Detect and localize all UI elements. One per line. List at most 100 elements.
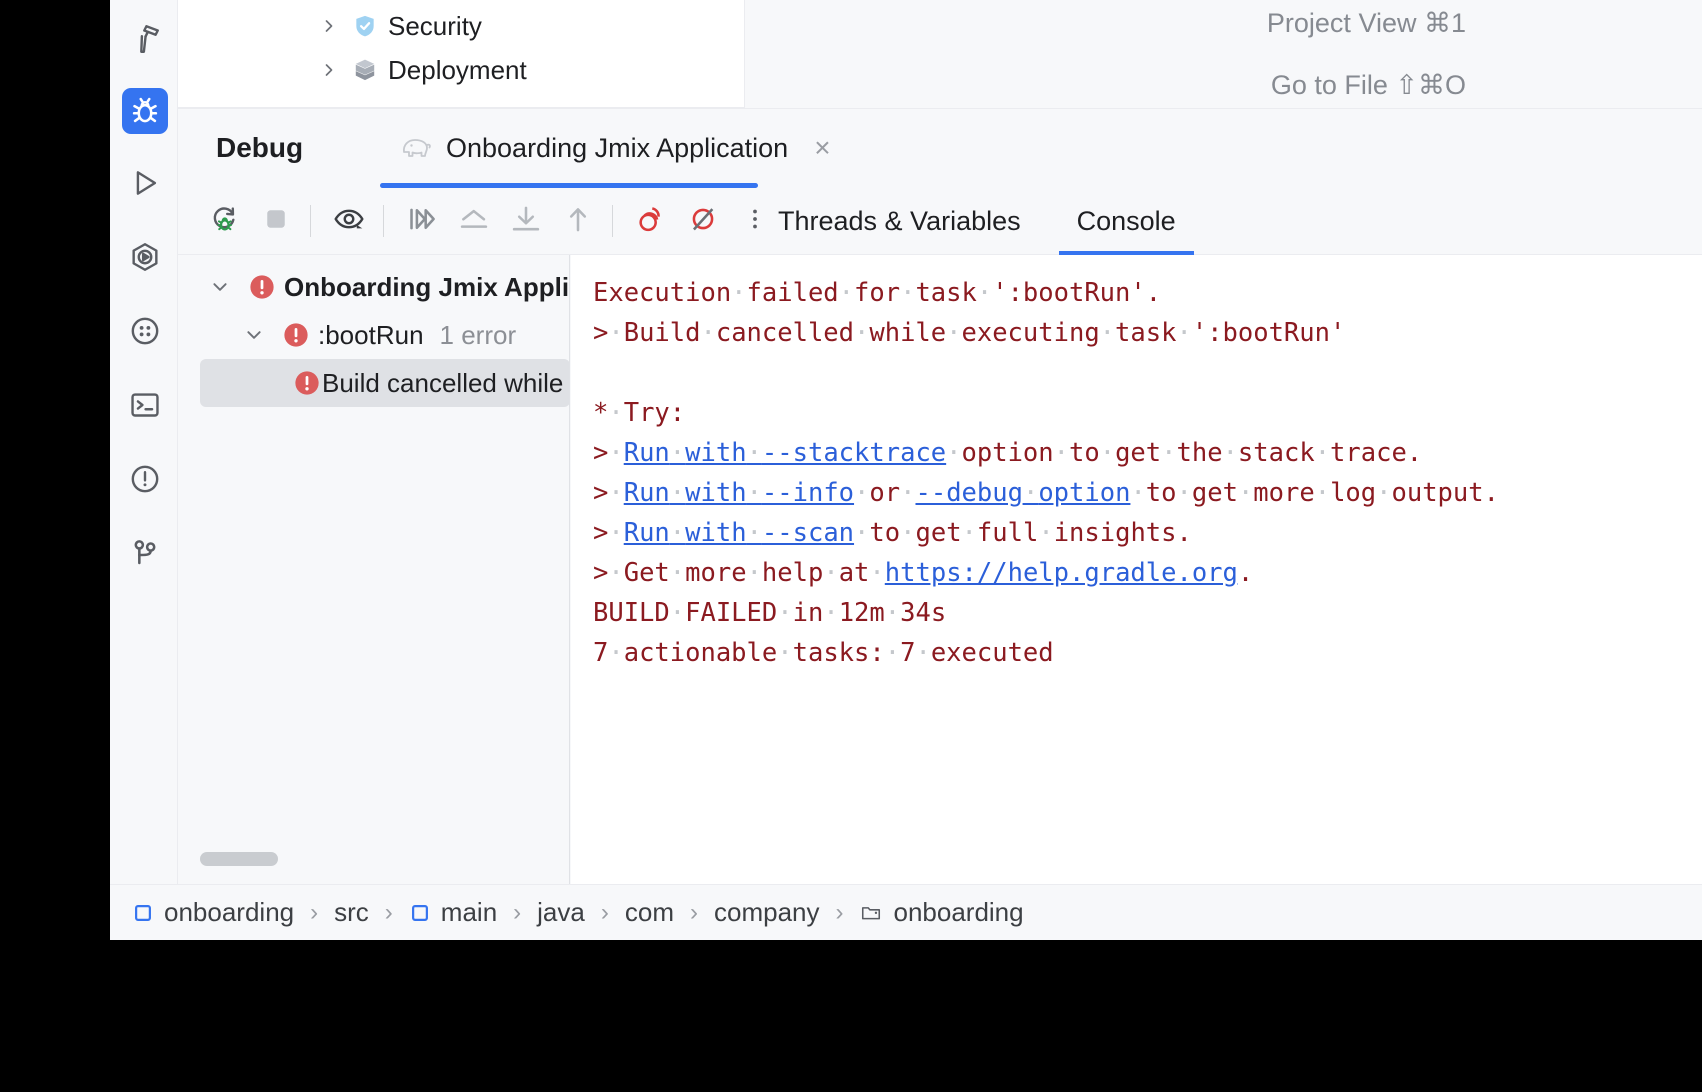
breadcrumb-item-onboarding-package[interactable]: onboarding: [859, 897, 1024, 928]
rerun-bug-icon: [208, 203, 240, 240]
chevron-right-icon[interactable]: [312, 62, 346, 78]
console-link[interactable]: Run·with·--scan: [624, 518, 854, 548]
whitespace-dot: ·: [1176, 318, 1192, 348]
close-icon[interactable]: ×: [814, 134, 830, 162]
resume-program-button[interactable]: [398, 197, 446, 245]
console-text: >·: [593, 438, 624, 468]
build-tree-row-root[interactable]: Onboarding Jmix Application: [200, 263, 570, 311]
console-link[interactable]: Run·with·--info: [624, 478, 854, 508]
console-line: >·Run·with·--scan·to·get·full·insights.: [593, 513, 1702, 553]
module-icon: [409, 902, 431, 924]
breadcrumb-separator: ›: [835, 898, 844, 926]
folder-icon: [859, 902, 883, 924]
whitespace-dot: ·: [915, 638, 931, 668]
chevron-down-icon[interactable]: [234, 326, 274, 344]
chevron-down-icon[interactable]: [200, 278, 240, 296]
console-link[interactable]: Run·with·--stacktrace: [624, 438, 946, 468]
breadcrumb-separator: ›: [689, 898, 698, 926]
project-tree-node-security[interactable]: Security: [312, 4, 482, 48]
stripe-item-terminal[interactable]: [122, 382, 168, 428]
breadcrumb-separator: ›: [310, 898, 319, 926]
breadcrumb-label: onboarding: [164, 897, 295, 927]
whitespace-dot: ·: [1176, 478, 1192, 508]
shield-icon: [346, 13, 384, 39]
console-text: >·: [593, 478, 624, 508]
stop-button[interactable]: [252, 197, 300, 245]
whitespace-dot: ·: [746, 558, 762, 588]
whitespace-dot: ·: [731, 278, 747, 308]
breadcrumb-item-company[interactable]: company: [714, 897, 820, 928]
toolbar-separator: [310, 205, 311, 237]
step-into-button[interactable]: [502, 197, 550, 245]
breadcrumb-item-java[interactable]: java: [537, 897, 585, 928]
build-tree-row-task[interactable]: :bootRun 1 error: [234, 311, 516, 359]
build-tree-row-message[interactable]: Build cancelled while executing task ':b…: [200, 359, 569, 407]
mute-breakpoints-button[interactable]: [679, 197, 727, 245]
play-icon: [128, 166, 162, 200]
console-line: >·Run·with·--info·or·--debug·option·to·g…: [593, 473, 1702, 513]
chevron-right-icon[interactable]: [312, 18, 346, 34]
whitespace-dot: ·: [1022, 478, 1039, 508]
project-tree-node-partial[interactable]: [312, 92, 384, 107]
stripe-item-build[interactable]: [122, 16, 168, 62]
stripe-item-git[interactable]: [122, 530, 168, 576]
breadcrumb-label: onboarding: [893, 897, 1024, 927]
tool-window-stripe: [110, 0, 178, 940]
console-line: >·Run·with·--stacktrace·option·to·get·th…: [593, 433, 1702, 473]
run-configuration-tab[interactable]: Onboarding Jmix Application ×: [380, 109, 851, 187]
build-tree-error-count: 1 error: [439, 319, 517, 350]
error-icon: [240, 272, 284, 302]
step-out-button[interactable]: [554, 197, 602, 245]
folder-icon-partial: [346, 101, 384, 107]
tree-horizontal-scrollbar[interactable]: [200, 852, 278, 866]
step-over-button[interactable]: [450, 197, 498, 245]
rerun-debug-button[interactable]: [200, 197, 248, 245]
stripe-item-endpoints[interactable]: [122, 308, 168, 354]
stripe-item-problems[interactable]: [122, 456, 168, 502]
console-text: >·: [593, 518, 624, 548]
console-line: 7·actionable·tasks:·7·executed: [593, 633, 1702, 673]
whitespace-dot: ·: [1237, 478, 1254, 508]
console-link[interactable]: https://help.gradle.org: [885, 558, 1238, 588]
console-lines: Execution·failed·for·task·':bootRun'. >·B…: [593, 273, 1702, 673]
module-icon: [132, 902, 154, 924]
breadcrumb-item-com[interactable]: com: [625, 897, 674, 928]
whitespace-dot: ·: [884, 598, 901, 628]
build-output-tree[interactable]: Onboarding Jmix Application :bootRun: [178, 255, 570, 884]
whitespace-dot: ·: [608, 398, 624, 428]
tab-label: Threads & Variables: [778, 206, 1021, 236]
breadcrumb-item-main[interactable]: main: [409, 897, 497, 928]
view-breakpoints-button[interactable]: [325, 197, 373, 245]
whitespace-dot: ·: [608, 478, 624, 508]
whitespace-dot: ·: [669, 478, 686, 508]
whitespace-dot: ·: [746, 518, 762, 548]
debug-window-title: Debug: [216, 132, 304, 163]
breadcrumb-label: src: [334, 897, 369, 927]
build-tree-label: Onboarding Jmix Application: [284, 271, 570, 302]
whitespace-dot: ·: [777, 598, 793, 628]
eye-icon: [332, 202, 366, 241]
stripe-item-run[interactable]: [122, 160, 168, 206]
toggle-breakpoints-button[interactable]: [627, 197, 675, 245]
console-output[interactable]: Execution·failed·for·task·':bootRun'. >·B…: [571, 255, 1702, 884]
console-line: BUILD·FAILED·in·12m·34s: [593, 593, 1702, 633]
project-tree-node-deployment[interactable]: Deployment: [312, 48, 527, 92]
console-text: ·option·to·get·the·stack·trace.: [946, 438, 1423, 468]
whitespace-dot: ·: [700, 318, 716, 348]
console-text: .: [1237, 558, 1254, 588]
debug-tool-window: Debug Onboarding Jmix Application × Thre…: [178, 108, 1702, 884]
tab-label: Console: [1076, 206, 1176, 236]
breadcrumb-item-src[interactable]: src: [334, 897, 369, 928]
breadcrumb-item-onboarding-module[interactable]: onboarding: [132, 897, 294, 928]
console-text: 7·actionable·tasks:·7·executed: [593, 638, 1054, 668]
dots-circle-icon: [128, 314, 162, 348]
tab-threads-and-variables[interactable]: Threads & Variables: [750, 188, 1049, 255]
whitespace-dot: ·: [669, 598, 686, 628]
console-text: >·Get·more·help·at·: [593, 558, 885, 588]
whitespace-dot: ·: [1038, 518, 1054, 548]
tab-console[interactable]: Console: [1049, 188, 1204, 255]
whitespace-dot: ·: [976, 278, 993, 308]
console-link[interactable]: --debug·option: [915, 478, 1130, 508]
stripe-item-debug[interactable]: [122, 88, 168, 134]
stripe-item-services[interactable]: [122, 234, 168, 280]
